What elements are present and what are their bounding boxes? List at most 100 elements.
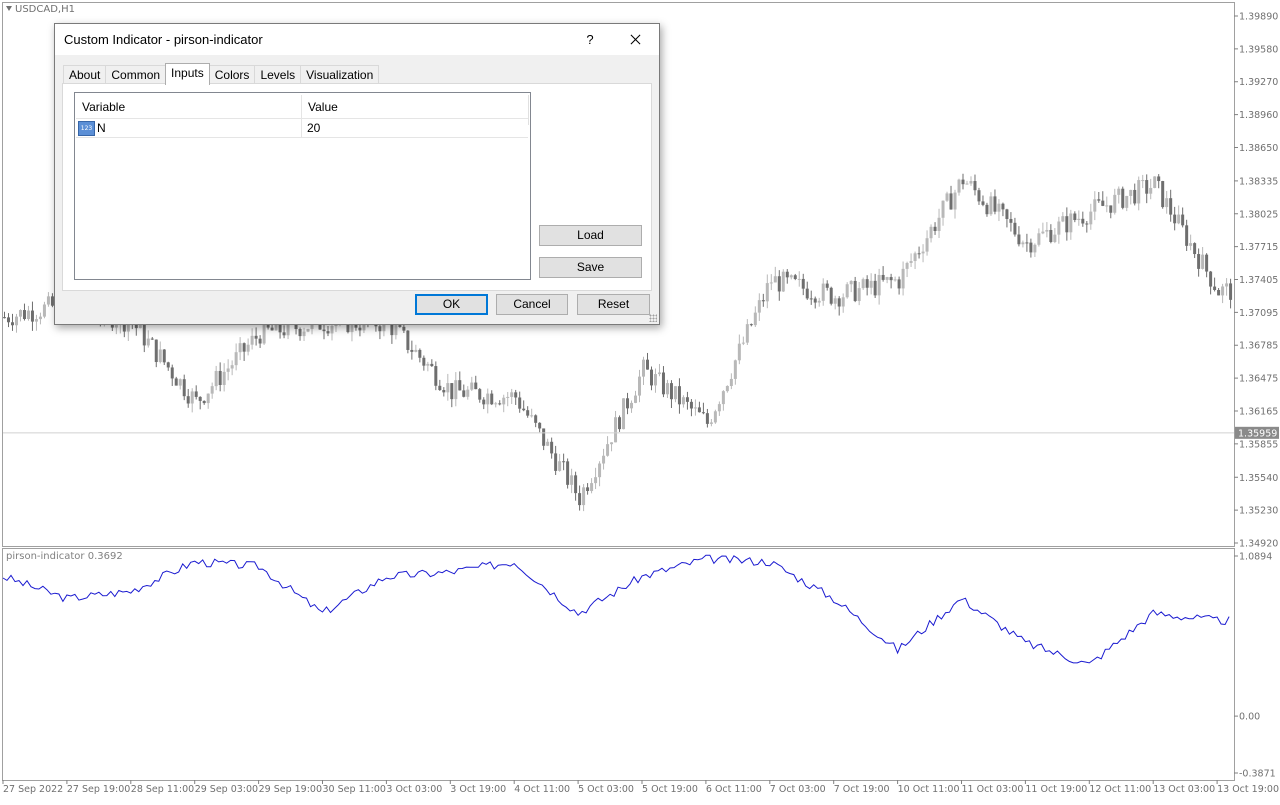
candle-body	[558, 461, 561, 471]
candle-body	[1137, 180, 1140, 203]
candle-body	[255, 336, 258, 339]
time-tick-label: 10 Oct 11:00	[898, 784, 960, 795]
candle-body	[882, 275, 885, 280]
ok-button[interactable]: OK	[415, 294, 488, 315]
candle-body	[1017, 234, 1020, 244]
candle-body	[806, 289, 809, 299]
cancel-button[interactable]: Cancel	[496, 294, 568, 315]
indicator-tick-label: 0.00	[1239, 712, 1260, 723]
dialog-title: Custom Indicator - pirson-indicator	[64, 32, 263, 47]
candle-body	[1133, 190, 1136, 203]
candle-body	[890, 277, 893, 280]
column-divider[interactable]	[301, 95, 302, 118]
candle-body	[1225, 283, 1228, 286]
subwindow-frame	[3, 549, 1235, 781]
price-tick-label: 1.38650	[1239, 143, 1278, 154]
candle-body	[1105, 205, 1108, 206]
candle-body	[15, 317, 18, 326]
row-value[interactable]: 20	[307, 121, 320, 135]
candle-body	[870, 281, 873, 288]
candle-body	[554, 453, 557, 470]
candle-body	[774, 276, 777, 282]
price-tick-label: 1.38335	[1239, 176, 1278, 187]
time-tick-label: 29 Sep 03:00	[195, 784, 258, 795]
candle-body	[1097, 199, 1100, 200]
candle-body	[1021, 242, 1024, 244]
candle-body	[43, 305, 46, 317]
candle-body	[930, 227, 933, 238]
time-tick-label: 3 Oct 03:00	[386, 784, 442, 795]
candle-body	[898, 279, 901, 288]
candle-body	[750, 324, 753, 325]
column-value[interactable]: Value	[308, 100, 338, 114]
candle-body	[510, 392, 513, 397]
dialog-titlebar[interactable]: Custom Indicator - pirson-indicator ?	[55, 24, 659, 55]
candle-body	[1197, 254, 1200, 269]
candle-body	[842, 297, 845, 306]
candle-body	[570, 475, 573, 485]
table-row[interactable]: 123 N 20	[76, 119, 528, 138]
candle-body	[1073, 214, 1076, 221]
integer-type-icon: 123	[78, 121, 95, 136]
save-button[interactable]: Save	[539, 257, 642, 278]
candle-body	[1101, 201, 1104, 206]
candle-body	[1089, 212, 1092, 225]
candle-body	[814, 299, 817, 303]
candle-body	[183, 379, 186, 396]
indicator-series	[3, 555, 1229, 665]
tab-colors[interactable]: Colors	[209, 65, 256, 84]
candle-body	[1117, 189, 1120, 195]
tab-bar: About Common Inputs Colors Levels Visual…	[63, 63, 378, 83]
candle-body	[810, 298, 813, 299]
candle-body	[498, 403, 501, 404]
tab-common[interactable]: Common	[105, 65, 166, 84]
candle-body	[19, 310, 22, 317]
candle-body	[211, 386, 214, 393]
candle-body	[614, 417, 617, 442]
candle-body	[985, 205, 988, 214]
reset-button[interactable]: Reset	[577, 294, 650, 315]
candle-body	[1221, 286, 1224, 295]
tab-levels[interactable]: Levels	[254, 65, 301, 84]
inputs-grid[interactable]: Variable Value 123 N 20	[74, 92, 531, 280]
candle-body	[914, 253, 917, 261]
candle-body	[199, 397, 202, 401]
candle-body	[438, 386, 441, 390]
tab-inputs[interactable]: Inputs	[165, 63, 210, 85]
candle-body	[143, 323, 146, 345]
custom-indicator-dialog: Custom Indicator - pirson-indicator ? Ab…	[54, 23, 660, 325]
candle-body	[854, 281, 857, 301]
candle-body	[514, 392, 517, 397]
candle-body	[466, 390, 469, 397]
candle-body	[926, 238, 929, 251]
candle-body	[758, 300, 761, 312]
price-tick-label: 1.39890	[1239, 12, 1278, 23]
candle-body	[989, 196, 992, 214]
time-tick-label: 11 Oct 03:00	[962, 784, 1024, 795]
price-tick-label: 1.37715	[1239, 242, 1278, 253]
price-tick-label: 1.35230	[1239, 506, 1278, 517]
candle-body	[582, 487, 585, 505]
symbol-label[interactable]: USDCAD,H1	[6, 4, 75, 15]
help-button[interactable]: ?	[573, 24, 607, 55]
tab-about[interactable]: About	[63, 65, 106, 84]
resize-grip-icon[interactable]	[649, 314, 657, 322]
candle-body	[426, 364, 429, 366]
candle-body	[23, 310, 26, 319]
candle-body	[977, 190, 980, 201]
candle-body	[1049, 230, 1052, 242]
candle-body	[642, 360, 645, 377]
close-icon[interactable]	[618, 24, 652, 55]
candle-body	[938, 218, 941, 231]
candle-body	[3, 317, 6, 318]
candle-body	[47, 296, 50, 304]
tab-visualization[interactable]: Visualization	[300, 65, 379, 84]
candle-body	[786, 272, 789, 278]
load-button[interactable]: Load	[539, 225, 642, 246]
candle-body	[155, 340, 158, 362]
candle-body	[710, 422, 713, 423]
candle-body	[766, 283, 769, 301]
column-variable[interactable]: Variable	[82, 100, 125, 114]
candle-body	[630, 403, 633, 408]
candle-body	[406, 331, 409, 350]
